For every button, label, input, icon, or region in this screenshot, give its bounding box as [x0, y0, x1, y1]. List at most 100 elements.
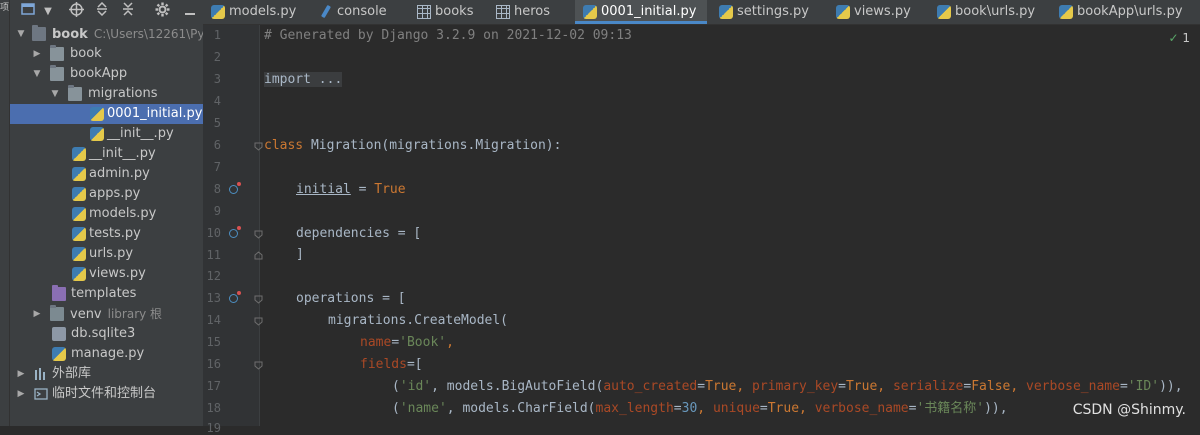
python-file-icon: [72, 187, 86, 201]
tree-label: apps.py: [89, 186, 141, 201]
tree-item-bookApp[interactable]: ▼ bookApp: [10, 64, 203, 84]
code-area[interactable]: # Generated by Django 3.2.9 on 2021-12-0…: [264, 25, 1200, 426]
tree-item-venv[interactable]: ▶ venv library 根: [10, 304, 203, 324]
code-line-1: # Generated by Django 3.2.9 on 2021-12-0…: [264, 28, 632, 43]
tree-item-migrations[interactable]: ▼ migrations: [10, 84, 203, 104]
tree-item-0001-initial[interactable]: 0001_initial.py: [10, 104, 203, 124]
line-number: 9: [213, 204, 221, 218]
tab-bookapp-urls[interactable]: bookApp\urls.py: [1051, 0, 1191, 24]
tab-book-urls[interactable]: book\urls.py: [929, 0, 1045, 24]
code-line-16: name='Book',: [360, 335, 454, 350]
chevron-down-icon[interactable]: ▼: [32, 64, 42, 84]
line-number: 2: [213, 50, 221, 64]
locate-icon[interactable]: [66, 2, 86, 22]
editor-gutter: 1 2 3 4 5 6 7 8 9 10 11 12 13 14 15 16 1…: [203, 25, 263, 435]
tab-0001-initial[interactable]: 0001_initial.py: [575, 0, 707, 24]
python-file-icon: [1059, 5, 1073, 19]
tree-item-app-init[interactable]: __init__.py: [10, 144, 203, 164]
line-number: 19: [206, 421, 221, 435]
window-icon[interactable]: [18, 2, 38, 22]
tree-item-migrations-init[interactable]: __init__.py: [10, 124, 203, 144]
hide-icon[interactable]: [180, 2, 200, 22]
fold-collapse-icon[interactable]: [254, 295, 263, 304]
line-number: 7: [213, 160, 221, 174]
inspection-count: 1: [1182, 31, 1190, 45]
override-marker-icon[interactable]: [229, 226, 241, 240]
console-icon: [319, 5, 333, 19]
tree-item-db[interactable]: db.sqlite3: [10, 324, 203, 344]
tab-label: bookApp\urls.py: [1077, 4, 1183, 19]
chevron-right-icon[interactable]: ▶: [16, 384, 26, 404]
tab-label: book\urls.py: [955, 4, 1036, 19]
python-file-icon: [72, 167, 86, 181]
tree-item-manage[interactable]: manage.py: [10, 344, 203, 364]
python-file-icon: [836, 5, 850, 19]
tree-item-scratches[interactable]: ▶ 临时文件和控制台: [10, 384, 203, 404]
chevron-right-icon[interactable]: ▶: [16, 364, 26, 384]
override-marker-icon[interactable]: [229, 182, 241, 196]
tree-root-label: book: [52, 27, 88, 42]
tree-item-book-root[interactable]: ▼ book C:\Users\12261\Pyc: [10, 24, 203, 44]
line-number: 16: [206, 357, 221, 371]
tab-books[interactable]: books: [409, 0, 489, 24]
fold-collapse-icon[interactable]: [254, 317, 263, 326]
python-file-icon: [72, 227, 86, 241]
folded-import[interactable]: import ...: [264, 72, 343, 87]
tree-label: admin.py: [89, 166, 150, 181]
line-number: 14: [206, 313, 221, 327]
tab-label: books: [435, 4, 474, 19]
tree-item-models[interactable]: models.py: [10, 204, 203, 224]
tree-label: models.py: [89, 206, 157, 221]
tree-label: manage.py: [71, 346, 145, 361]
code-line-3: import ...: [264, 70, 343, 90]
library-folder-icon: [50, 305, 64, 321]
project-toolbar: ▼: [10, 0, 203, 24]
tab-console[interactable]: console: [311, 0, 409, 24]
gear-icon[interactable]: [152, 2, 172, 22]
override-marker-icon[interactable]: [229, 291, 241, 305]
checkmark-icon: ✓: [1168, 31, 1179, 45]
tree-label: 外部库: [52, 366, 92, 381]
project-tool-window-tab[interactable]: 项: [0, 3, 9, 13]
fold-end-icon[interactable]: [254, 251, 263, 260]
python-file-icon: [72, 207, 86, 221]
folder-icon: [32, 25, 46, 41]
code-editor[interactable]: 1 2 3 4 5 6 7 8 9 10 11 12 13 14 15 16 1…: [203, 25, 1200, 435]
tab-models[interactable]: models.py: [203, 0, 307, 24]
watermark: CSDN @Shinmy.: [1072, 402, 1186, 418]
tree-label: book: [70, 46, 102, 61]
collapse-all-icon[interactable]: [118, 2, 138, 22]
python-file-icon: [52, 347, 66, 361]
fold-collapse-icon[interactable]: [254, 361, 263, 370]
tab-settings[interactable]: settings.py: [711, 0, 823, 24]
expand-all-icon[interactable]: [92, 1, 112, 22]
tree-item-urls[interactable]: urls.py: [10, 244, 203, 264]
fold-collapse-icon[interactable]: [254, 142, 263, 151]
chevron-down-icon[interactable]: ▼: [16, 24, 26, 44]
chevron-right-icon[interactable]: ▶: [32, 44, 42, 64]
python-file-icon: [72, 247, 86, 261]
tree-item-views[interactable]: views.py: [10, 264, 203, 284]
tree-item-book[interactable]: ▶ book: [10, 44, 203, 64]
tree-item-tests[interactable]: tests.py: [10, 224, 203, 244]
tab-heros[interactable]: heros: [488, 0, 568, 24]
inspection-widget[interactable]: ✓ 1: [1168, 31, 1190, 45]
tab-label: 0001_initial.py: [601, 4, 697, 19]
tree-item-apps[interactable]: apps.py: [10, 184, 203, 204]
python-file-icon: [583, 5, 597, 19]
table-icon: [417, 5, 431, 19]
tree-label: db.sqlite3: [71, 326, 136, 341]
tree-item-admin[interactable]: admin.py: [10, 164, 203, 184]
tree-item-templates[interactable]: templates: [10, 284, 203, 304]
tree-item-external-libraries[interactable]: ▶ 外部库: [10, 364, 203, 384]
tree-label: migrations: [88, 86, 158, 101]
code-line-12: ]: [296, 247, 304, 262]
chevron-down-icon[interactable]: ▼: [50, 84, 60, 104]
dropdown-icon[interactable]: ▼: [38, 2, 58, 22]
tab-views[interactable]: views.py: [828, 0, 926, 24]
code-line-11: dependencies = [: [296, 226, 422, 241]
chevron-right-icon[interactable]: ▶: [32, 304, 42, 324]
tab-label: models.py: [229, 4, 297, 19]
fold-collapse-icon[interactable]: [254, 230, 263, 239]
tree-label: urls.py: [89, 246, 134, 261]
